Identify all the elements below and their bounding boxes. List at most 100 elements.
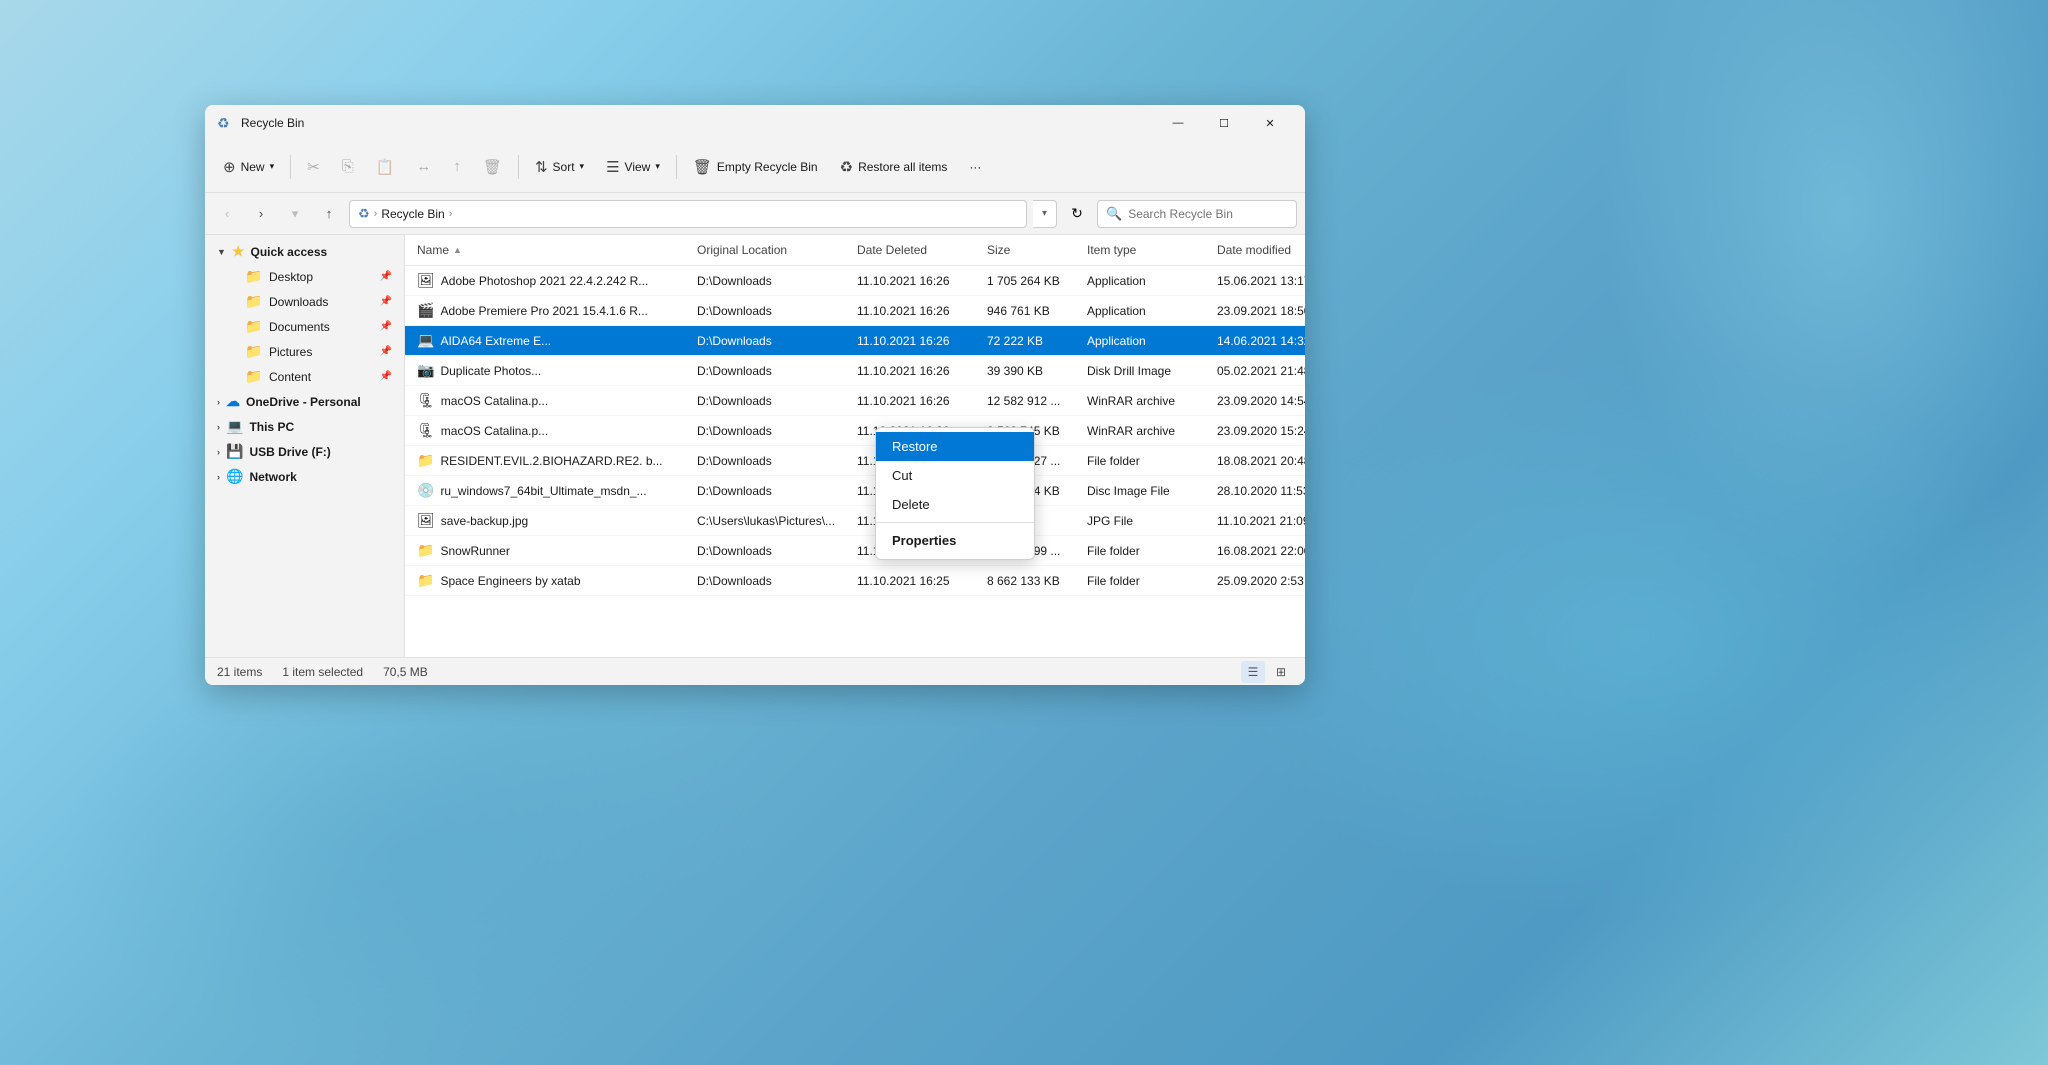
paste-icon: 📋 (376, 158, 395, 176)
file-location: D:\Downloads (697, 424, 772, 438)
toolbar-sep-1 (290, 155, 291, 179)
sidebar-item-desktop[interactable]: 📁 Desktop 📌 (237, 264, 400, 289)
onedrive-header[interactable]: › ☁ OneDrive - Personal (209, 389, 400, 414)
file-list[interactable]: Name ▲ Original Location Date Deleted Si… (405, 235, 1305, 657)
file-icon: 📁 (417, 452, 434, 469)
this-pc-icon: 💻 (226, 418, 243, 435)
up-button[interactable]: ↑ (315, 200, 343, 228)
table-row[interactable]: 📁RESIDENT.EVIL.2.BIOHAZARD.RE2. b...D:\D… (405, 446, 1305, 476)
refresh-button[interactable]: ↻ (1063, 200, 1091, 228)
pictures-label: Pictures (269, 345, 374, 359)
col-type-label: Item type (1087, 243, 1136, 257)
details-view-button[interactable]: ☰ (1241, 661, 1265, 683)
file-modified: 14.06.2021 14:32 (1217, 334, 1305, 348)
file-name: AIDA64 Extreme E... (440, 334, 551, 348)
search-box[interactable]: 🔍 (1097, 200, 1297, 228)
empty-recycle-bin-button[interactable]: 🗑 Empty Recycle Bin (683, 152, 828, 182)
file-size: 8 662 133 KB (987, 574, 1060, 588)
col-location-label: Original Location (697, 243, 787, 257)
context-menu: Restore Cut Delete Properties (875, 427, 1035, 560)
network-header[interactable]: › 🌐 Network (209, 464, 400, 489)
this-pc-label: This PC (249, 420, 294, 434)
downloads-pin-icon: 📌 (380, 296, 392, 307)
usb-expand-icon: › (217, 447, 220, 457)
sidebar-item-content[interactable]: 📁 Content 📌 (237, 364, 400, 389)
table-row[interactable]: 📷Duplicate Photos...D:\Downloads11.10.20… (405, 356, 1305, 386)
col-header-modified[interactable]: Date modified (1213, 239, 1305, 261)
file-location: D:\Downloads (697, 394, 772, 408)
minimize-button[interactable]: — (1155, 105, 1201, 141)
context-item-cut[interactable]: Cut (876, 461, 1034, 490)
file-icon: 📁 (417, 572, 434, 589)
quick-access-header[interactable]: ▼ ★ Quick access (209, 239, 400, 264)
documents-folder-icon: 📁 (245, 318, 263, 335)
this-pc-header[interactable]: › 💻 This PC (209, 414, 400, 439)
onedrive-icon: ☁ (226, 393, 240, 410)
view-button[interactable]: ☰ View ▾ (596, 152, 670, 182)
more-label: ··· (969, 160, 981, 174)
move-icon: ↔ (416, 158, 431, 175)
file-explorer-window: ♻ Recycle Bin — ☐ ✕ ⊕ New ▾ ✂ ⎘ 📋 ↔ ↑ (205, 105, 1305, 685)
search-input[interactable] (1128, 207, 1288, 221)
address-dropdown-button[interactable]: ▾ (1033, 200, 1057, 228)
move-button[interactable]: ↔ (406, 152, 441, 181)
new-button[interactable]: ⊕ New ▾ (213, 152, 284, 182)
more-button[interactable]: ··· (959, 154, 991, 180)
col-header-size[interactable]: Size (983, 239, 1083, 261)
desktop-pin-icon: 📌 (380, 271, 392, 282)
table-row[interactable]: 🗜macOS Catalina.p...D:\Downloads11.10.20… (405, 416, 1305, 446)
usb-header[interactable]: › 💾 USB Drive (F:) (209, 439, 400, 464)
sidebar-item-documents[interactable]: 📁 Documents 📌 (237, 314, 400, 339)
table-row[interactable]: 📁SnowRunnerD:\Downloads11.10.2021 16:252… (405, 536, 1305, 566)
file-icon: 🖼 (417, 272, 435, 289)
recent-button[interactable]: ▾ (281, 200, 309, 228)
delete-button[interactable]: 🗑 (473, 152, 512, 182)
table-row[interactable]: 🖼Adobe Photoshop 2021 22.4.2.242 R...D:\… (405, 266, 1305, 296)
table-row[interactable]: 💻AIDA64 Extreme E...D:\Downloads11.10.20… (405, 326, 1305, 356)
table-row[interactable]: 🎬Adobe Premiere Pro 2021 15.4.1.6 R...D:… (405, 296, 1305, 326)
table-row[interactable]: 🗜macOS Catalina.p...D:\Downloads11.10.20… (405, 386, 1305, 416)
table-row[interactable]: 💿ru_windows7_64bit_Ultimate_msdn_...D:\D… (405, 476, 1305, 506)
close-button[interactable]: ✕ (1247, 105, 1293, 141)
sidebar-item-downloads[interactable]: 📁 Downloads 📌 (237, 289, 400, 314)
back-button[interactable]: ‹ (213, 200, 241, 228)
content-folder-icon: 📁 (245, 368, 263, 385)
onedrive-expand-icon: › (217, 397, 220, 407)
forward-button[interactable]: › (247, 200, 275, 228)
col-header-type[interactable]: Item type (1083, 239, 1213, 261)
new-icon: ⊕ (223, 158, 236, 176)
cut-button[interactable]: ✂ (297, 152, 330, 182)
file-type: File folder (1087, 574, 1140, 588)
pictures-folder-icon: 📁 (245, 343, 263, 360)
view-chevron-icon: ▾ (655, 161, 660, 172)
downloads-folder-icon: 📁 (245, 293, 263, 310)
context-item-delete[interactable]: Delete (876, 490, 1034, 519)
address-box[interactable]: ♻ › Recycle Bin › (349, 200, 1027, 228)
tiles-view-button[interactable]: ⊞ (1269, 661, 1293, 683)
file-icon: 📁 (417, 542, 434, 559)
col-modified-label: Date modified (1217, 243, 1291, 257)
table-row[interactable]: 📁Space Engineers by xatabD:\Downloads11.… (405, 566, 1305, 596)
file-name: Space Engineers by xatab (440, 574, 580, 588)
file-type: Application (1087, 334, 1146, 348)
file-rows-container: 🖼Adobe Photoshop 2021 22.4.2.242 R...D:\… (405, 266, 1305, 596)
col-header-name[interactable]: Name ▲ (413, 239, 693, 261)
empty-bin-icon: 🗑 (693, 158, 712, 176)
col-header-location[interactable]: Original Location (693, 239, 853, 261)
restore-all-button[interactable]: ♻ Restore all items (830, 152, 958, 182)
share-button[interactable]: ↑ (443, 152, 471, 181)
copy-button[interactable]: ⎘ (332, 152, 364, 181)
table-row[interactable]: 🖼save-backup.jpgC:\Users\lukas\Pictures\… (405, 506, 1305, 536)
quick-access-expand-icon: ▼ (217, 247, 226, 257)
sidebar-item-pictures[interactable]: 📁 Pictures 📌 (237, 339, 400, 364)
col-size-label: Size (987, 243, 1010, 257)
maximize-button[interactable]: ☐ (1201, 105, 1247, 141)
context-item-restore[interactable]: Restore (876, 432, 1034, 461)
restore-all-label: Restore all items (858, 160, 947, 174)
sort-button[interactable]: ⇅ Sort ▾ (525, 152, 594, 182)
col-header-deleted[interactable]: Date Deleted (853, 239, 983, 261)
status-bar: 21 items 1 item selected 70,5 MB ☰ ⊞ (205, 657, 1305, 685)
context-item-properties[interactable]: Properties (876, 526, 1034, 555)
paste-button[interactable]: 📋 (366, 152, 405, 182)
file-modified: 23.09.2021 18:50 (1217, 304, 1305, 318)
